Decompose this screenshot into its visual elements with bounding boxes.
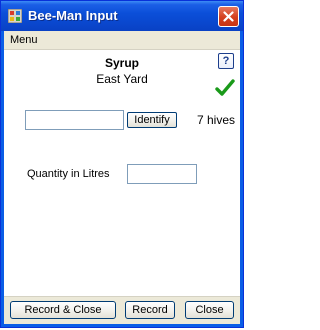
menu-item-menu[interactable]: Menu <box>10 34 38 46</box>
hive-input[interactable] <box>25 110 124 130</box>
window-close-button[interactable] <box>218 6 239 27</box>
identify-button[interactable]: Identify <box>127 112 177 128</box>
product-name: Syrup <box>104 56 139 70</box>
menu-bar: Menu <box>4 31 240 50</box>
app-icon <box>8 9 22 23</box>
app-window: Bee-Man Input Menu Syrup East Yard ? Ide… <box>0 0 244 328</box>
client-area: Menu Syrup East Yard ? Identify 7 hives … <box>4 31 240 324</box>
record-close-button[interactable]: Record & Close <box>10 301 116 319</box>
hives-count: 7 hives <box>197 113 236 127</box>
button-bar: Record & Close Record Close <box>4 296 240 324</box>
close-icon <box>223 11 234 22</box>
record-button[interactable]: Record <box>125 301 175 319</box>
form-content: Syrup East Yard ? Identify 7 hives Quant… <box>4 50 240 324</box>
close-button[interactable]: Close <box>185 301 234 319</box>
help-button[interactable]: ? <box>218 53 234 69</box>
title-bar[interactable]: Bee-Man Input <box>1 1 243 31</box>
check-icon <box>215 79 235 96</box>
window-title: Bee-Man Input <box>28 8 118 23</box>
location-name: East Yard <box>96 72 148 86</box>
quantity-input[interactable] <box>127 164 197 184</box>
quantity-label: Quantity in Litres <box>27 168 110 180</box>
